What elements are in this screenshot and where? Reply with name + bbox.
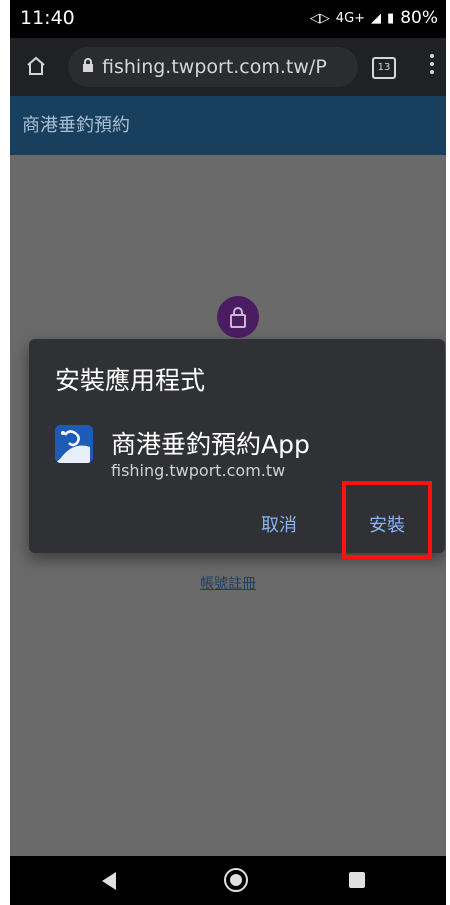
back-icon[interactable]	[102, 872, 116, 890]
status-time: 11:40	[20, 7, 75, 29]
install-highlight-box	[342, 481, 432, 559]
page-title: 商港垂釣預約	[10, 96, 446, 155]
phone-screen: 11:40 ◁▷ 4G+ ◢ ▮ 80% fishing.twport.com.…	[10, 0, 446, 905]
home-nav-icon[interactable]	[224, 868, 248, 892]
battery-label: 80%	[400, 8, 438, 28]
tab-switcher-button[interactable]: 13	[372, 57, 396, 79]
url-text: fishing.twport.com.tw/P	[102, 56, 327, 78]
home-icon[interactable]	[25, 55, 47, 81]
status-bar: 11:40 ◁▷ 4G+ ◢ ▮ 80%	[10, 0, 446, 38]
status-icons: ◁▷ 4G+ ◢ ▮ 80%	[310, 8, 438, 28]
menu-icon[interactable]	[430, 54, 434, 78]
app-name: 商港垂釣預約App	[111, 430, 310, 459]
address-bar[interactable]: fishing.twport.com.tw/P	[68, 47, 358, 87]
battery-icon: ▮	[387, 10, 395, 26]
app-icon	[55, 425, 93, 463]
vibrate-icon: ◁▷	[309, 10, 330, 26]
cancel-button[interactable]: 取消	[261, 511, 297, 537]
lock-icon	[82, 56, 94, 78]
login-lock-icon	[217, 296, 259, 338]
browser-toolbar: fishing.twport.com.tw/P 13	[10, 38, 446, 96]
recent-apps-icon[interactable]	[349, 872, 365, 888]
signal-icon: ◢	[371, 10, 382, 26]
app-url: fishing.twport.com.tw	[111, 461, 286, 480]
dialog-title: 安裝應用程式	[55, 366, 206, 395]
register-link[interactable]: 帳號註冊	[10, 573, 446, 593]
network-label: 4G+	[335, 10, 366, 26]
android-nav-bar	[10, 856, 446, 905]
